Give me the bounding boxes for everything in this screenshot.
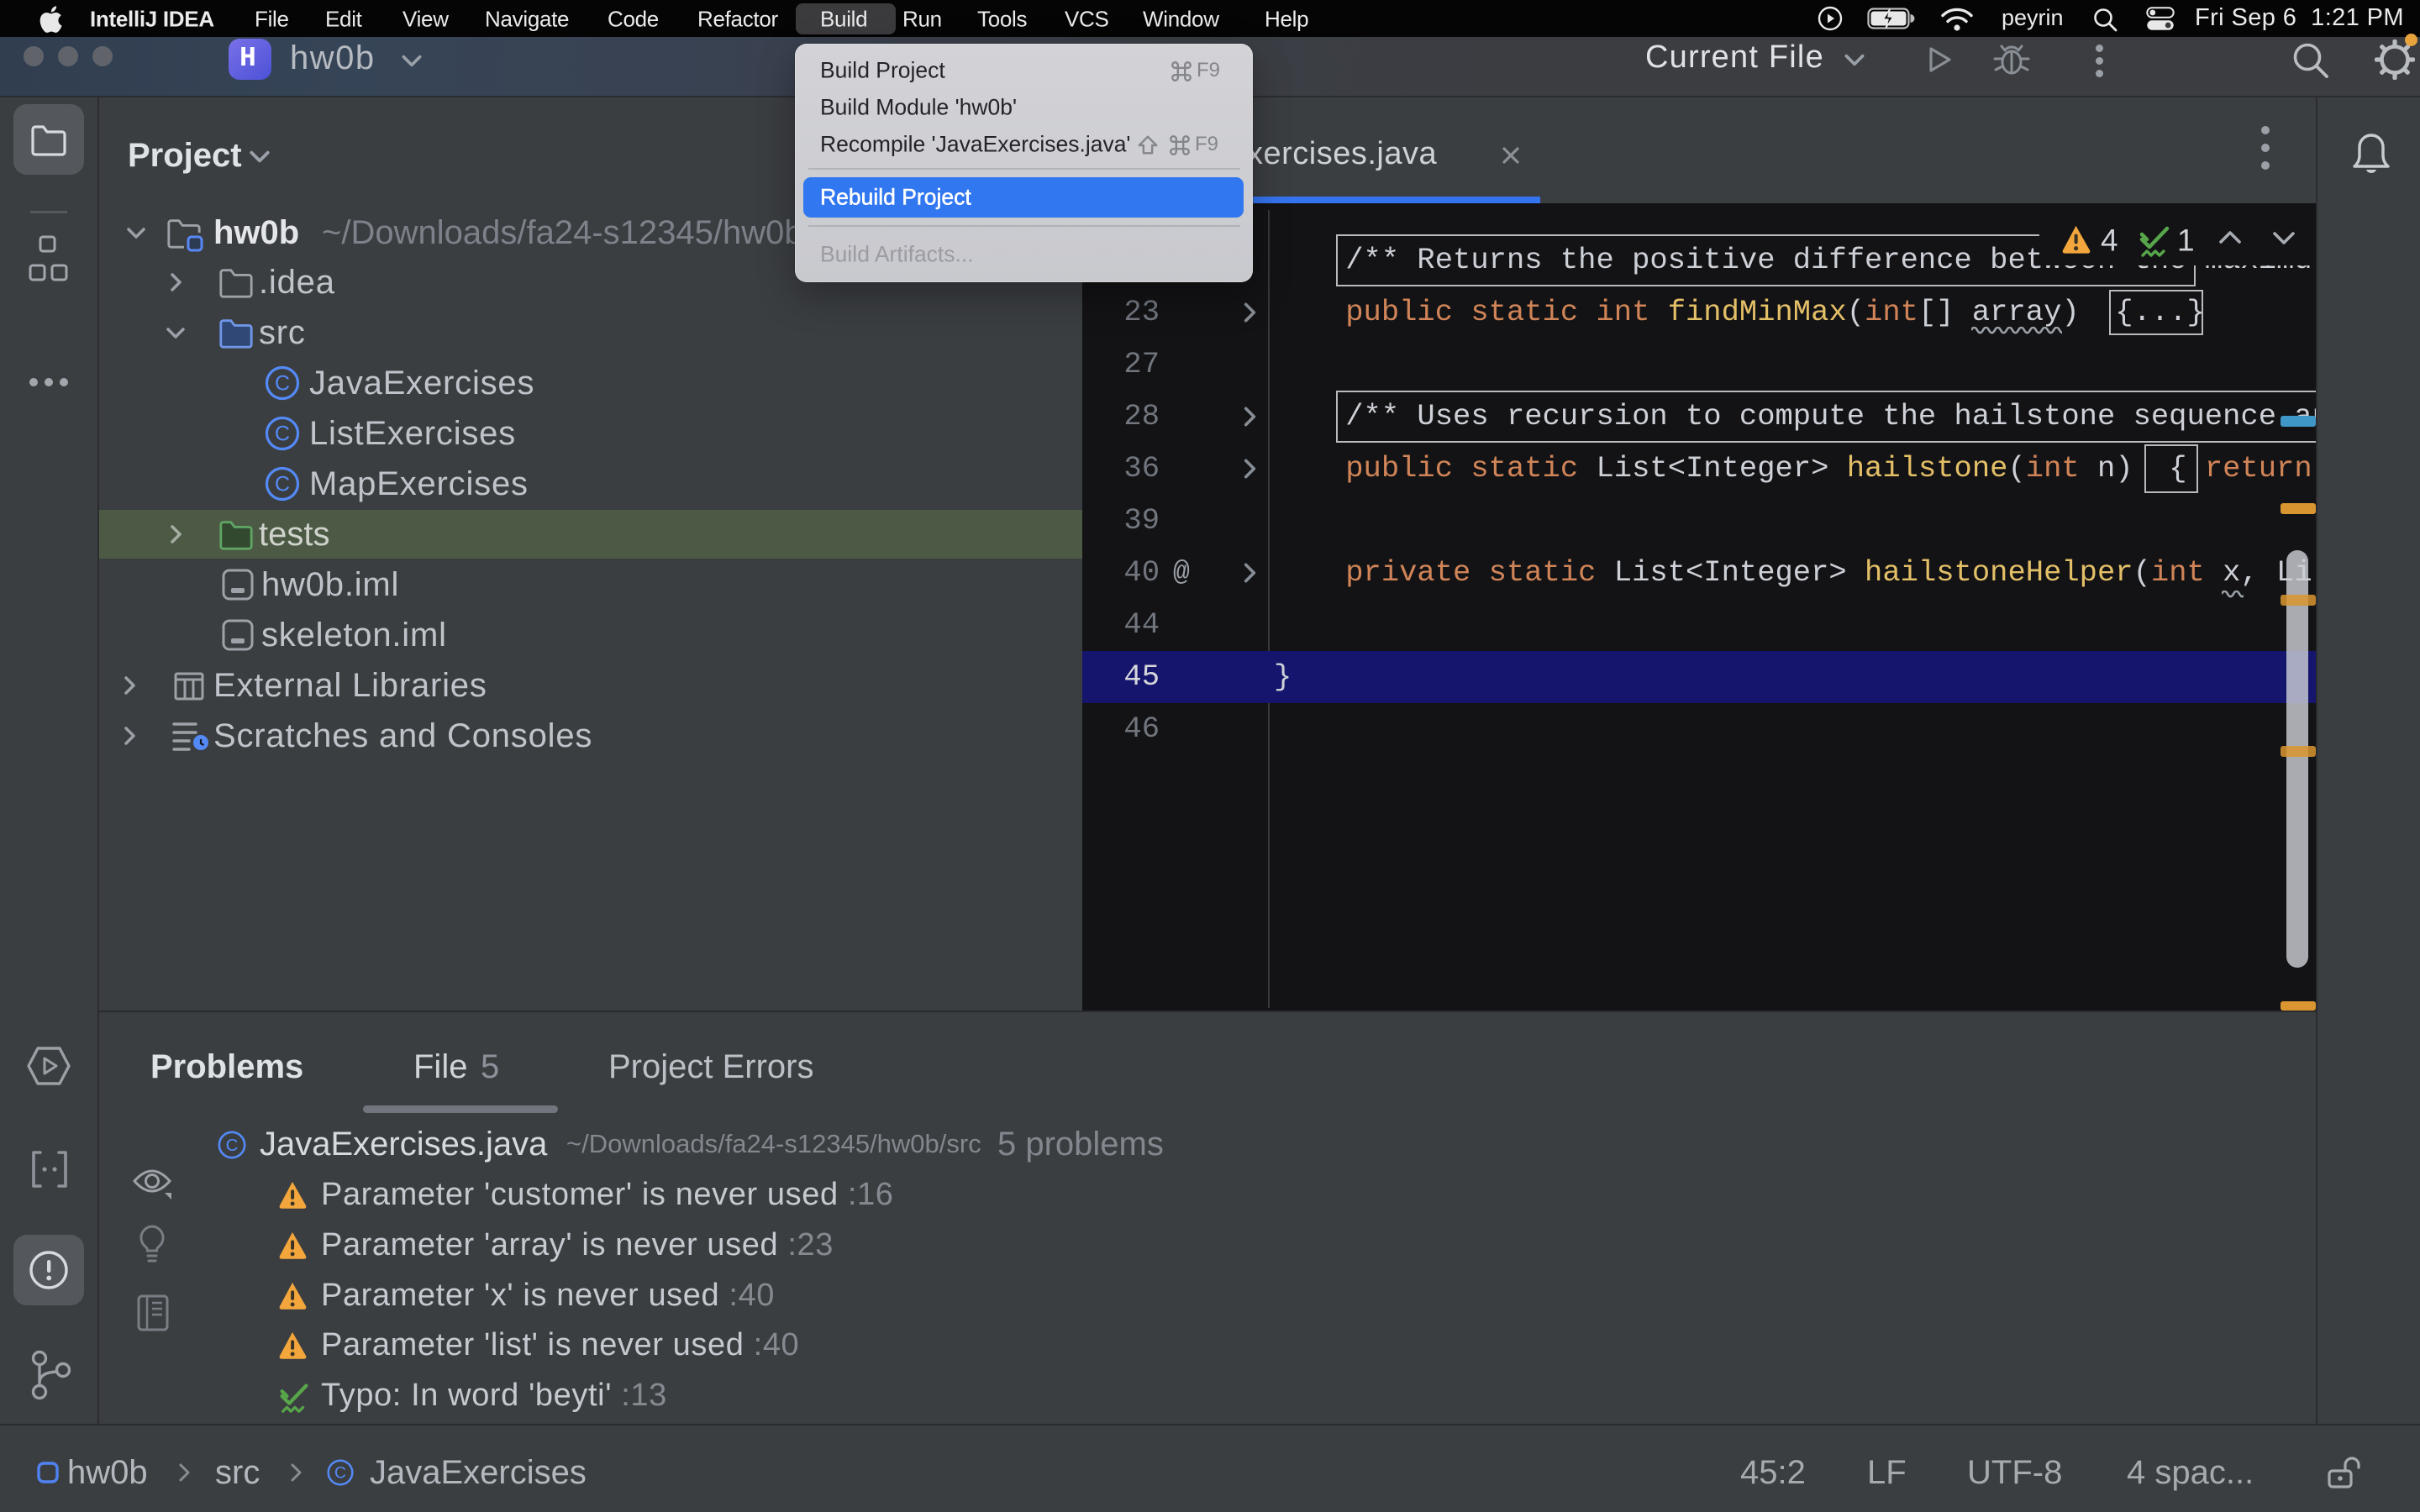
svg-text:C: C bbox=[275, 423, 290, 446]
svg-text:C: C bbox=[275, 372, 290, 396]
svg-text:C: C bbox=[275, 473, 290, 496]
svg-text:C: C bbox=[226, 1136, 239, 1155]
svg-text:C: C bbox=[334, 1465, 346, 1483]
